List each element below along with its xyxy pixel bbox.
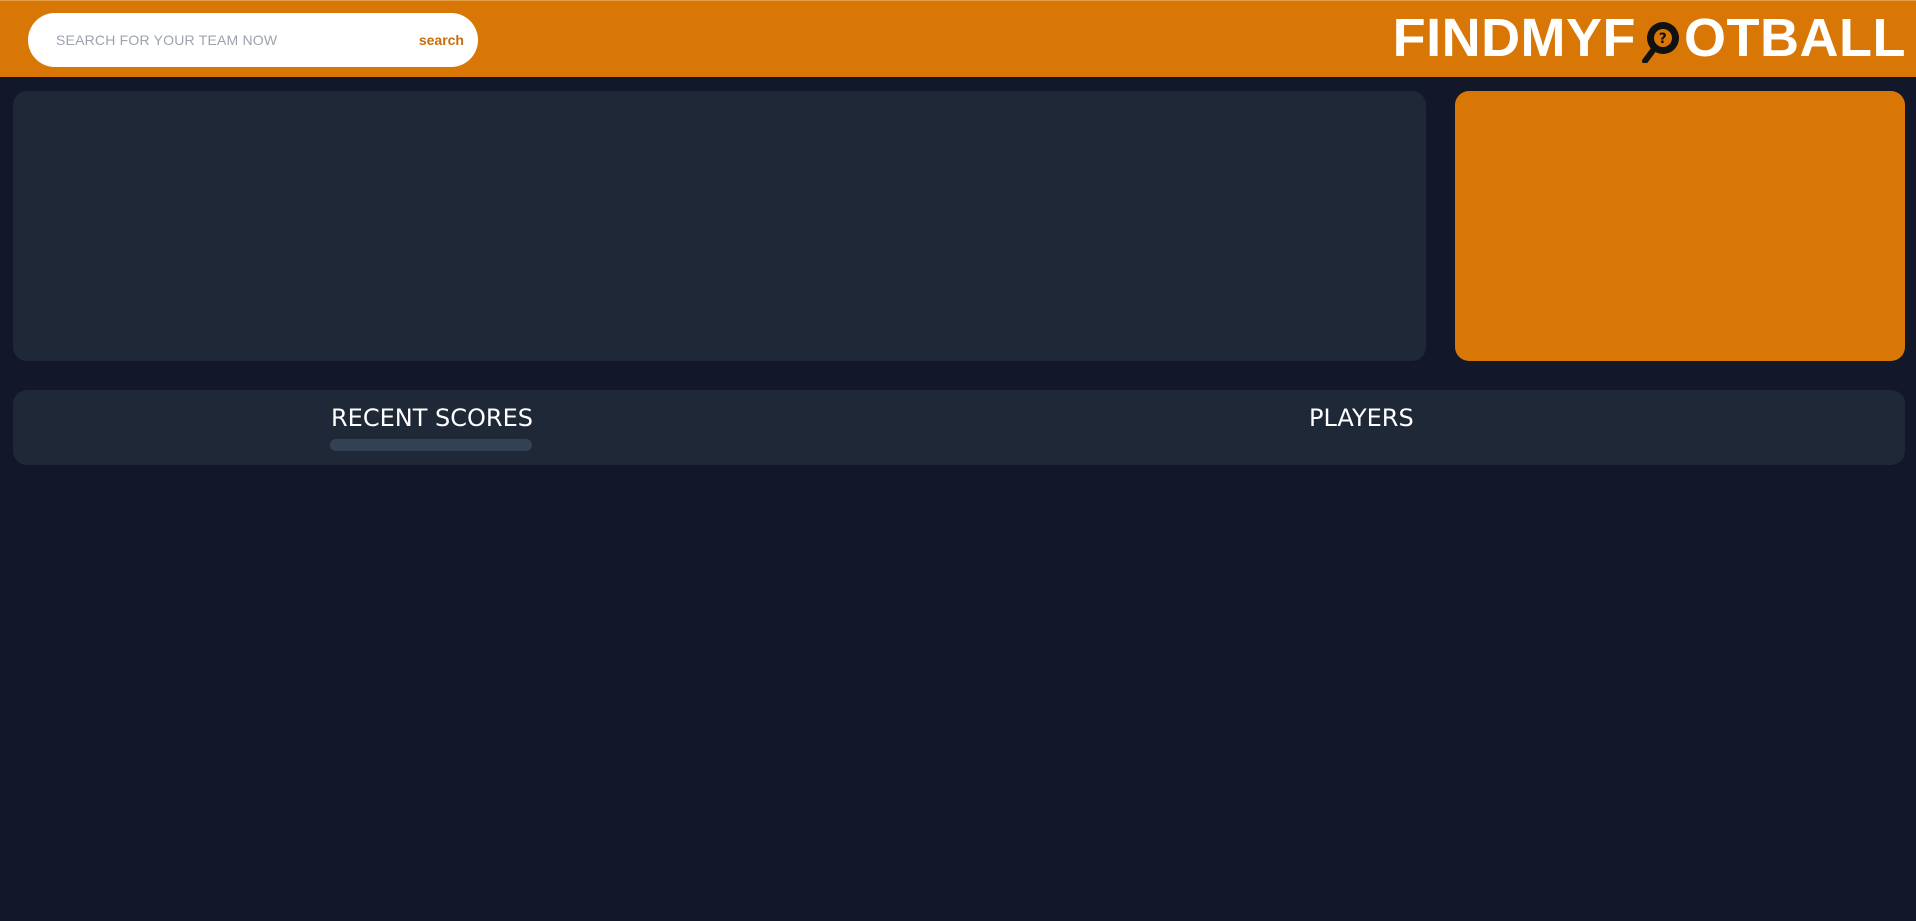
side-panel (1455, 91, 1905, 361)
tab-bar: RECENT SCORES PLAYERS (13, 390, 1905, 465)
magnifier-question-icon: ? (1638, 18, 1682, 64)
active-tab-indicator (330, 439, 532, 451)
logo-text-end: OTBALL (1684, 8, 1906, 68)
site-logo[interactable]: FINDMYF ? OTBALL (1393, 7, 1906, 69)
logo-text-start: FINDMYF (1392, 8, 1637, 68)
search-bar: search (28, 13, 478, 67)
tab-players[interactable]: PLAYERS (1309, 404, 1414, 448)
search-button[interactable]: search (419, 13, 464, 67)
search-input[interactable] (56, 13, 416, 67)
featured-panel (13, 91, 1426, 361)
svg-text:?: ? (1659, 31, 1668, 47)
top-header: search FINDMYF ? OTBALL (0, 0, 1916, 77)
